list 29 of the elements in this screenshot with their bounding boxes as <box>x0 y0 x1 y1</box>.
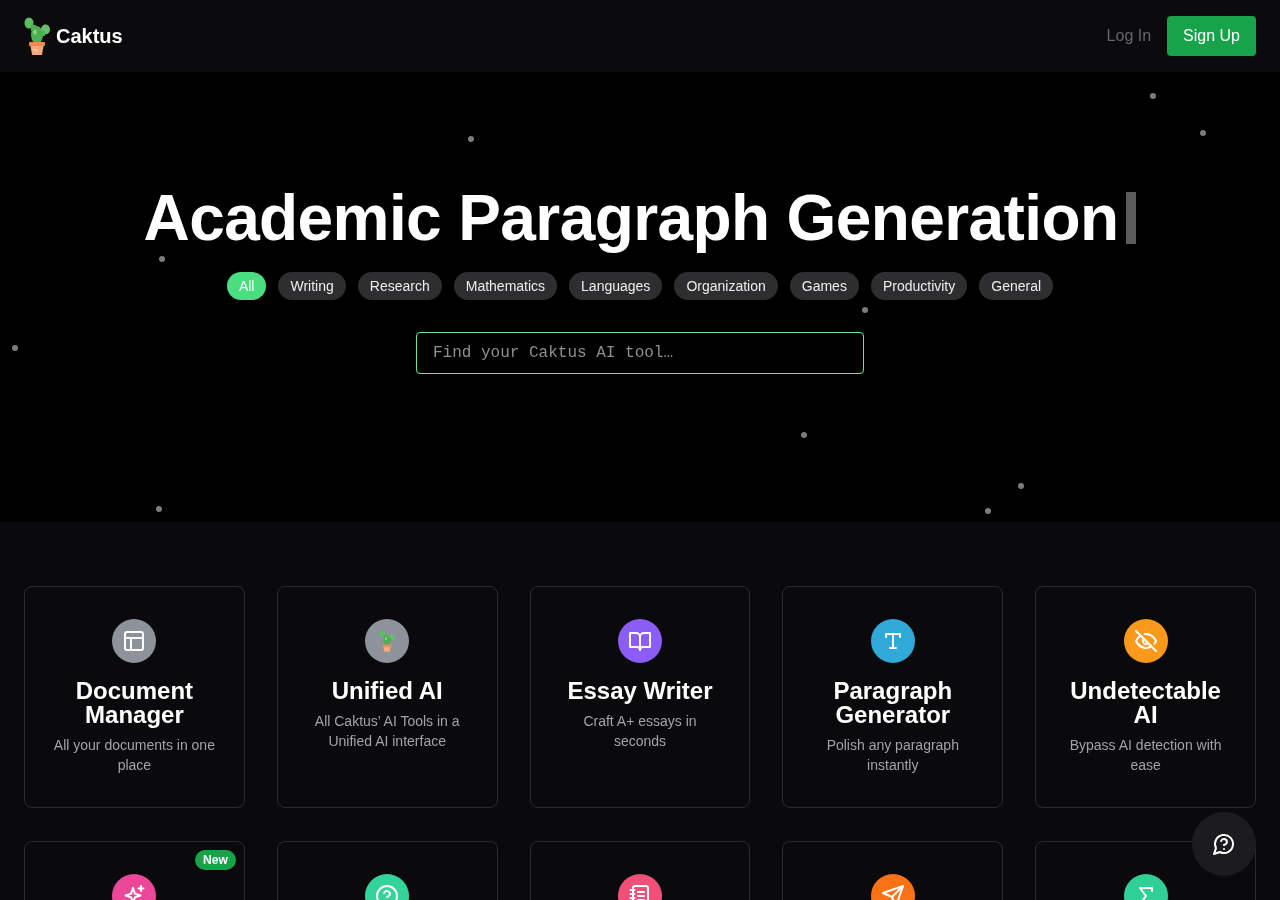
category-tab[interactable]: Organization <box>674 272 778 300</box>
tool-title: Unified AI <box>331 679 443 703</box>
category-tab[interactable]: General <box>979 272 1054 300</box>
brand-name: Caktus <box>56 24 123 49</box>
tool-title: Document Manager <box>74 679 195 727</box>
tool-description: Bypass AI detection with ease <box>1068 736 1223 775</box>
tool-description: Craft A+ essays in seconds <box>582 712 698 751</box>
category-tab[interactable]: Research <box>357 272 442 300</box>
new-badge: New <box>195 850 236 870</box>
category-tab[interactable]: Productivity <box>870 272 968 300</box>
search-field[interactable]: Find your Caktus AI tool… <box>416 332 864 374</box>
text-cursor-icon <box>1126 192 1137 244</box>
tool-card[interactable]: Document Manager All your documents in one place <box>24 586 245 808</box>
tool-title: Undetectable AI <box>1069 679 1222 727</box>
category-tab[interactable]: Mathematics <box>453 272 558 300</box>
tool-description: All Caktus’ AI Tools in a Unified AI interface <box>313 712 461 751</box>
category-tab[interactable]: Games <box>789 272 859 300</box>
tool-card[interactable]: Undetectable AI Bypass AI detection with ease <box>1035 586 1256 808</box>
cactus-icon <box>23 17 51 55</box>
tool-title: Paragraph Generator <box>832 679 954 727</box>
category-tab[interactable]: Writing <box>278 272 346 300</box>
help-icon <box>1212 832 1236 856</box>
tool-card[interactable]: Essay Writer Craft A+ essays in seconds <box>529 586 751 808</box>
tool-title: Essay Writer <box>567 679 713 703</box>
tool-description: All your documents in one place <box>52 736 216 775</box>
tool-description: Polish any paragraph instantly <box>825 736 960 775</box>
tool-card[interactable]: Paragraph Generator Polish any paragraph instantly <box>782 586 1004 808</box>
tool-card[interactable]: Unified AI All Caktus’ AI Tools in a Unified AI interface <box>276 586 498 808</box>
category-tab[interactable]: Languages <box>569 272 663 300</box>
